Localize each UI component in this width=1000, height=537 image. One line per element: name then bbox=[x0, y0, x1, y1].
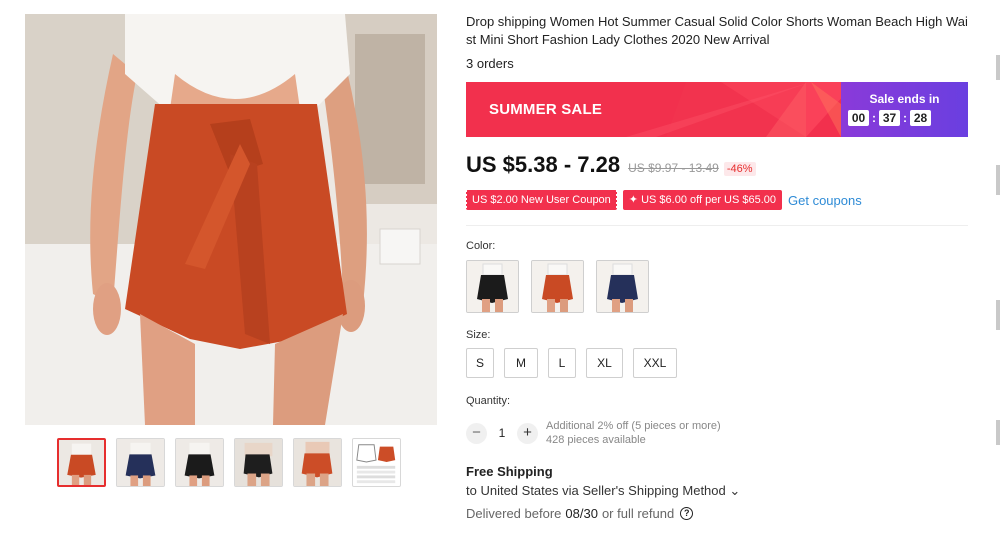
thumbnail-navy[interactable] bbox=[116, 438, 165, 487]
store-coupon[interactable]: ✦ US $6.00 off per US $65.00 bbox=[622, 190, 783, 210]
countdown-timer: 00 : 37 : 28 bbox=[848, 110, 931, 126]
edge-fragment bbox=[996, 165, 1000, 195]
timer-seconds: 28 bbox=[910, 110, 931, 126]
free-shipping-title: Free Shipping bbox=[466, 464, 553, 479]
sale-label: SUMMER SALE bbox=[489, 101, 603, 118]
discount-badge: -46% bbox=[723, 162, 756, 176]
product-photo bbox=[25, 14, 437, 425]
delivered-suffix: or full refund bbox=[601, 506, 675, 521]
quantity-increase-button[interactable]: + bbox=[517, 422, 538, 444]
color-label: Color: bbox=[466, 240, 496, 252]
divider bbox=[466, 225, 968, 226]
size-options: S M L XL XXL bbox=[466, 348, 677, 378]
size-option-xl[interactable]: XL bbox=[586, 348, 623, 378]
product-main-image[interactable] bbox=[25, 14, 437, 425]
new-user-coupon[interactable]: US $2.00 New User Coupon bbox=[465, 190, 618, 210]
delivery-date: 08/30 bbox=[565, 506, 598, 521]
size-option-m[interactable]: M bbox=[504, 348, 538, 378]
order-count: 3 orders bbox=[466, 56, 514, 71]
thumbnail-orange[interactable] bbox=[57, 438, 106, 487]
thumbnail-black[interactable] bbox=[175, 438, 224, 487]
get-coupons-link[interactable]: Get coupons bbox=[788, 193, 862, 208]
edge-fragment bbox=[996, 420, 1000, 445]
timer-hours: 00 bbox=[848, 110, 869, 126]
original-price: US $9.97 - 13.49 bbox=[628, 161, 719, 175]
summer-sale-banner: SUMMER SALE Sale ends in 00 : 37 : 28 bbox=[466, 82, 968, 137]
coupon-row: US $2.00 New User Coupon ✦ US $6.00 off … bbox=[465, 190, 862, 210]
quantity-decrease-button[interactable]: − bbox=[466, 422, 487, 444]
quantity-value[interactable]: 1 bbox=[487, 426, 517, 440]
thumbnail-size-chart[interactable] bbox=[352, 438, 401, 487]
help-icon[interactable]: ? bbox=[680, 507, 694, 520]
current-price: US $5.38 - 7.28 bbox=[466, 152, 621, 177]
thumbnail-black-side[interactable] bbox=[234, 438, 283, 487]
stock-available: 428 pieces available bbox=[546, 434, 646, 446]
timer-colon: : bbox=[903, 111, 907, 125]
shipping-method-selector[interactable]: to United States via Seller's Shipping M… bbox=[466, 483, 740, 498]
size-label: Size: bbox=[466, 329, 491, 341]
delivered-prefix: Delivered before bbox=[466, 506, 562, 521]
sale-ends-label: Sale ends in bbox=[869, 92, 940, 106]
size-option-s[interactable]: S bbox=[466, 348, 494, 378]
edge-fragment bbox=[996, 300, 1000, 330]
color-option-orange[interactable] bbox=[531, 260, 584, 313]
edge-fragment bbox=[996, 55, 1000, 80]
delivery-estimate: Delivered before 08/30 or full refund ? bbox=[466, 506, 694, 521]
quantity-label: Quantity: bbox=[466, 395, 511, 407]
color-option-black[interactable] bbox=[466, 260, 519, 313]
quantity-stepper: − 1 + Additional 2% off (5 pieces or mor… bbox=[466, 419, 721, 447]
bulk-discount-note: Additional 2% off (5 pieces or more) bbox=[546, 420, 721, 432]
color-options bbox=[466, 260, 649, 313]
quantity-info: Additional 2% off (5 pieces or more) 428… bbox=[546, 419, 721, 447]
sale-countdown: Sale ends in 00 : 37 : 28 bbox=[841, 82, 968, 137]
price-row: US $5.38 - 7.28 US $9.97 - 13.49 -46% bbox=[466, 152, 756, 178]
thumbnail-orange-alt[interactable] bbox=[293, 438, 342, 487]
timer-colon: : bbox=[872, 111, 876, 125]
color-option-navy[interactable] bbox=[596, 260, 649, 313]
size-option-xxl[interactable]: XXL bbox=[633, 348, 677, 378]
timer-minutes: 37 bbox=[879, 110, 900, 126]
product-title: Drop shipping Women Hot Summer Casual So… bbox=[466, 14, 968, 47]
thumbnail-strip bbox=[57, 438, 401, 487]
size-option-l[interactable]: L bbox=[548, 348, 576, 378]
shipping-destination[interactable]: to United States via Seller's Shipping M… bbox=[466, 483, 740, 499]
